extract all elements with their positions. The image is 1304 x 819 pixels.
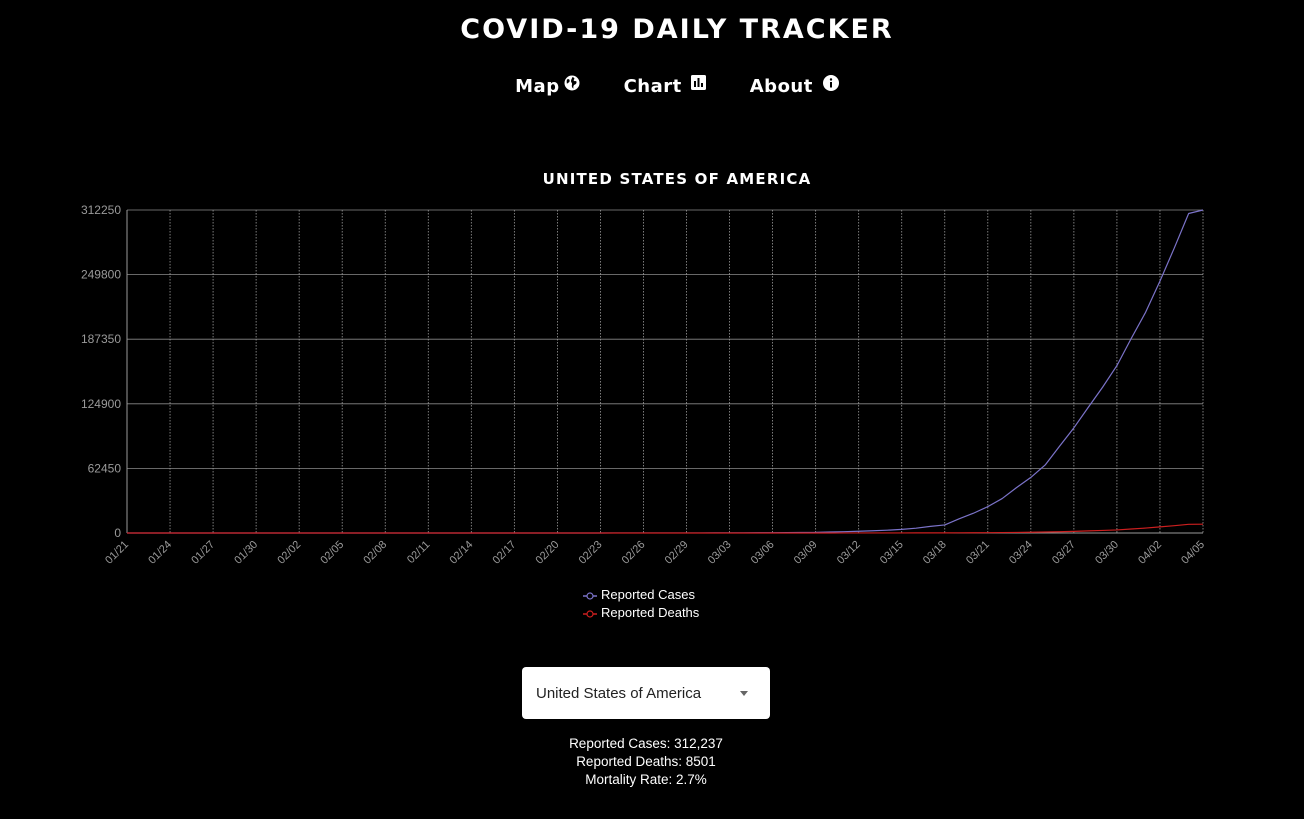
y-tick-label: 62450: [88, 461, 122, 475]
x-tick-label: 04/02: [1136, 539, 1164, 567]
x-tick-label: 03/06: [749, 539, 777, 567]
y-tick-label: 124900: [81, 397, 121, 411]
x-tick-label: 03/03: [706, 539, 734, 567]
x-tick-label: 01/21: [103, 539, 131, 567]
legend-label-cases: Reported Cases: [601, 587, 695, 602]
y-tick-label: 312250: [81, 203, 121, 217]
legend-item-cases[interactable]: Reported Cases: [583, 586, 699, 604]
x-tick-label: 01/30: [232, 539, 260, 567]
legend-item-deaths[interactable]: Reported Deaths: [583, 604, 699, 622]
x-tick-label: 03/15: [878, 539, 906, 567]
x-tick-label: 02/23: [577, 539, 605, 567]
y-tick-label: 187350: [81, 332, 121, 346]
country-select-value: United States of America: [536, 684, 702, 702]
stat-reported-cases: Reported Cases: 312,237: [569, 736, 723, 751]
x-tick-label: 02/17: [491, 539, 519, 567]
stats-summary: Reported Cases: 312,237 Reported Deaths:…: [520, 735, 772, 789]
y-tick-label: 0: [114, 526, 121, 540]
legend-label-deaths: Reported Deaths: [601, 605, 700, 620]
x-tick-label: 02/11: [405, 539, 432, 566]
stat-mortality-rate: Mortality Rate: 2.7%: [585, 772, 707, 787]
x-tick-label: 03/27: [1050, 539, 1078, 567]
x-tick-label: 01/27: [189, 539, 217, 567]
x-tick-label: 03/12: [835, 539, 863, 567]
x-tick-label: 04/05: [1179, 539, 1207, 567]
series-line-reported-cases: [127, 209, 1204, 534]
chart-legend: Reported Cases Reported Deaths: [583, 586, 699, 622]
x-tick-label: 02/20: [534, 539, 562, 567]
x-tick-label: 03/30: [1093, 539, 1121, 567]
x-tick-label: 03/18: [921, 539, 949, 567]
line-chart: 0 62450 124900 187350 249800 312250 01/21 01/24…: [81, 203, 1207, 567]
x-tick-label: 02/29: [663, 539, 691, 567]
x-tick-label: 03/09: [792, 539, 820, 567]
x-tick-label: 02/14: [447, 539, 475, 567]
dropdown-arrow-icon[interactable]: [740, 690, 748, 696]
legend-swatch-cases: [583, 588, 597, 602]
legend-swatch-deaths: [583, 606, 597, 620]
app-root: COVID-19 DAILY TRACKER Map Chart About U…: [0, 0, 1304, 819]
y-tick-label: 249800: [81, 268, 121, 282]
x-tick-label: 02/05: [318, 539, 346, 567]
x-tick-label: 02/02: [275, 539, 303, 567]
series-line-reported-deaths: [127, 523, 1204, 534]
stat-reported-deaths: Reported Deaths: 8501: [576, 754, 716, 769]
x-tick-label: 03/24: [1007, 539, 1035, 567]
country-select[interactable]: United States of America: [522, 667, 770, 719]
x-tick-label: 03/21: [964, 539, 992, 567]
x-tick-label: 01/24: [146, 539, 174, 567]
x-tick-label: 02/26: [620, 539, 648, 567]
x-tick-label: 02/08: [361, 539, 389, 567]
